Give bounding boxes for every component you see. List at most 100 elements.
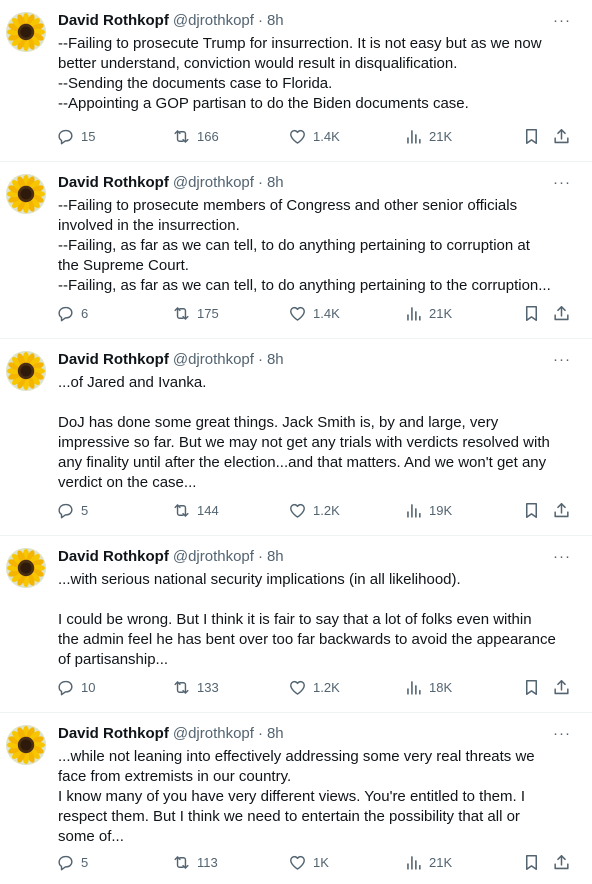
share-button[interactable] bbox=[552, 124, 571, 148]
reply-button[interactable]: 15 bbox=[56, 124, 95, 148]
like-count: 1.2K bbox=[313, 502, 340, 518]
share-icon bbox=[552, 853, 571, 872]
bookmark-button[interactable] bbox=[522, 498, 541, 522]
reply-icon bbox=[56, 853, 75, 872]
views-button[interactable]: 21K bbox=[404, 850, 452, 874]
bookmark-button[interactable] bbox=[522, 301, 541, 325]
reply-button[interactable]: 6 bbox=[56, 301, 88, 325]
repost-count: 113 bbox=[197, 854, 218, 870]
like-button[interactable]: 1.2K bbox=[288, 498, 340, 522]
tweet-text-line: --Failing, as far as we can tell, to do … bbox=[58, 277, 551, 294]
views-button[interactable]: 21K bbox=[404, 301, 452, 325]
tweet-text-line: any finality until after the election...… bbox=[58, 454, 547, 471]
sunflower-avatar[interactable] bbox=[6, 174, 46, 214]
reply-count: 6 bbox=[81, 305, 89, 321]
author-name[interactable]: David Rothkopf bbox=[58, 548, 169, 565]
reply-button[interactable]: 5 bbox=[56, 850, 88, 874]
tweet[interactable]: David Rothkopf @djrothkopf · 8h ··· ...of Jar… bbox=[0, 339, 592, 536]
tweet-text-line: --Failing, as far as we can tell, to do … bbox=[58, 237, 530, 254]
tweet-actions: 5 144 1.2K 19K bbox=[50, 498, 590, 522]
tweet-text-line: impressive so far. But we may not get an… bbox=[58, 434, 550, 451]
sunflower-avatar[interactable] bbox=[6, 12, 46, 52]
repost-button[interactable]: 166 bbox=[172, 124, 219, 148]
author-handle[interactable]: @djrothkopf bbox=[173, 174, 254, 191]
like-icon bbox=[288, 678, 307, 697]
tweet-text-line: --Appointing a GOP partisan to do the Bi… bbox=[58, 95, 469, 112]
like-icon bbox=[288, 853, 307, 872]
tweet-timestamp[interactable]: 8h bbox=[267, 174, 284, 191]
more-options-icon[interactable]: ··· bbox=[550, 349, 574, 369]
more-options-icon[interactable]: ··· bbox=[550, 10, 574, 30]
tweet-text-line: involved in the insurrection. bbox=[58, 217, 240, 234]
tweet-timestamp[interactable]: 8h bbox=[267, 351, 284, 368]
tweet-header: David Rothkopf @djrothkopf · 8h bbox=[58, 10, 284, 30]
reply-button[interactable]: 5 bbox=[56, 498, 88, 522]
reply-button[interactable]: 10 bbox=[56, 675, 95, 699]
sunflower-avatar[interactable] bbox=[6, 725, 46, 765]
tweet-text-line: ...of Jared and Ivanka. bbox=[58, 374, 207, 391]
like-count: 1.4K bbox=[313, 128, 340, 144]
view-count: 21K bbox=[429, 128, 453, 144]
sunflower-avatar[interactable] bbox=[6, 548, 46, 588]
author-handle[interactable]: @djrothkopf bbox=[173, 351, 254, 368]
views-icon bbox=[404, 304, 423, 323]
view-count: 18K bbox=[429, 679, 453, 695]
sunflower-avatar[interactable] bbox=[6, 351, 46, 391]
author-handle[interactable]: @djrothkopf bbox=[173, 548, 254, 565]
like-button[interactable]: 1.2K bbox=[288, 675, 340, 699]
bookmark-button[interactable] bbox=[522, 675, 541, 699]
tweet-text-line: face from extremists in our country. bbox=[58, 768, 292, 785]
more-options-icon[interactable]: ··· bbox=[550, 546, 574, 566]
more-options-icon[interactable]: ··· bbox=[550, 723, 574, 743]
tweet-timestamp[interactable]: 8h bbox=[267, 725, 284, 742]
repost-button[interactable]: 133 bbox=[172, 675, 219, 699]
more-options-icon[interactable]: ··· bbox=[550, 172, 574, 192]
repost-button[interactable]: 144 bbox=[172, 498, 219, 522]
tweet-header: David Rothkopf @djrothkopf · 8h bbox=[58, 723, 284, 743]
reply-count: 15 bbox=[81, 128, 96, 144]
share-button[interactable] bbox=[552, 301, 571, 325]
share-button[interactable] bbox=[552, 850, 571, 874]
tweet-text-line: I could be wrong. But I think it is fair… bbox=[58, 611, 532, 628]
share-button[interactable] bbox=[552, 498, 571, 522]
like-button[interactable]: 1.4K bbox=[288, 301, 340, 325]
tweet[interactable]: David Rothkopf @djrothkopf · 8h ··· ...while … bbox=[0, 713, 592, 884]
like-button[interactable]: 1K bbox=[288, 850, 329, 874]
share-button[interactable] bbox=[552, 675, 571, 699]
author-handle[interactable]: @djrothkopf bbox=[173, 12, 254, 29]
views-button[interactable]: 18K bbox=[404, 675, 452, 699]
tweet[interactable]: David Rothkopf @djrothkopf · 8h ··· ...with s… bbox=[0, 536, 592, 713]
view-count: 19K bbox=[429, 502, 453, 518]
tweet-text-line: DoJ has done some great things. Jack Smi… bbox=[58, 414, 499, 431]
author-name[interactable]: David Rothkopf bbox=[58, 351, 169, 368]
author-name[interactable]: David Rothkopf bbox=[58, 174, 169, 191]
tweet-timestamp[interactable]: 8h bbox=[267, 548, 284, 565]
repost-button[interactable]: 113 bbox=[172, 850, 218, 874]
views-button[interactable]: 19K bbox=[404, 498, 452, 522]
tweet-actions: 15 166 1.4K 21K bbox=[50, 124, 590, 148]
tweet-actions: 10 133 1.2K 18K bbox=[50, 675, 590, 699]
like-button[interactable]: 1.4K bbox=[288, 124, 340, 148]
repost-icon bbox=[172, 304, 191, 323]
like-count: 1.2K bbox=[313, 679, 340, 695]
tweet[interactable]: David Rothkopf @djrothkopf · 8h ··· --Failing… bbox=[0, 0, 592, 162]
bookmark-button[interactable] bbox=[522, 850, 541, 874]
author-name[interactable]: David Rothkopf bbox=[58, 725, 169, 742]
tweet-text-line: --Sending the documents case to Florida. bbox=[58, 75, 333, 92]
repost-icon bbox=[172, 501, 191, 520]
bookmark-button[interactable] bbox=[522, 124, 541, 148]
tweet-text-line: respect them. But I think we need to ent… bbox=[58, 808, 520, 825]
view-count: 21K bbox=[429, 854, 453, 870]
tweet-header: David Rothkopf @djrothkopf · 8h bbox=[58, 546, 284, 566]
views-icon bbox=[404, 501, 423, 520]
views-icon bbox=[404, 678, 423, 697]
tweet[interactable]: David Rothkopf @djrothkopf · 8h ··· --Failing… bbox=[0, 162, 592, 339]
tweet-text-line: --Failing to prosecute members of Congre… bbox=[58, 197, 518, 214]
views-button[interactable]: 21K bbox=[404, 124, 452, 148]
tweet-timestamp[interactable]: 8h bbox=[267, 12, 284, 29]
tweet-text-line: the admin feel he has bent over too far … bbox=[58, 631, 556, 648]
author-name[interactable]: David Rothkopf bbox=[58, 12, 169, 29]
repost-button[interactable]: 175 bbox=[172, 301, 219, 325]
author-handle[interactable]: @djrothkopf bbox=[173, 725, 254, 742]
